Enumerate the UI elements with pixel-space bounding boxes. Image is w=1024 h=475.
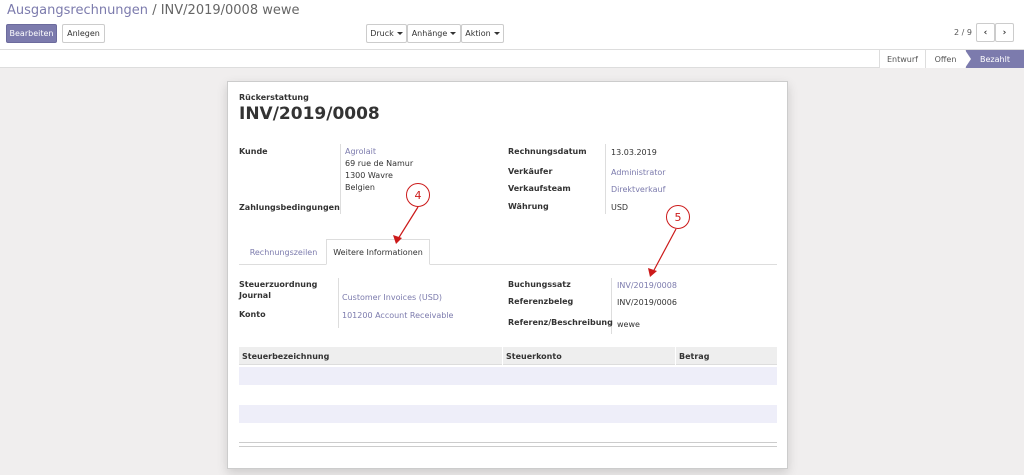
chevron-left-icon: ‹	[983, 27, 988, 38]
journal-link[interactable]: Customer Invoices (USD)	[342, 293, 442, 302]
breadcrumb-current: INV/2019/0008 wewe	[160, 3, 300, 18]
customer-address-line: Belgien	[345, 183, 375, 192]
payment-terms-label: Zahlungsbedingungen	[239, 203, 340, 212]
fiscal-position-label: Steuerzuordnung	[239, 280, 318, 289]
reference-description-value: wewe	[617, 320, 640, 329]
sales-team-link[interactable]: Direktverkauf	[611, 185, 665, 194]
customer-address-line: 69 rue de Namur	[345, 159, 414, 168]
invoice-type-label: Rückerstattung	[239, 93, 309, 102]
print-dropdown-label: Druck	[370, 29, 394, 38]
action-dropdown-label: Aktion	[465, 29, 491, 38]
edit-button[interactable]: Bearbeiten	[6, 24, 57, 43]
account-label: Konto	[239, 310, 266, 319]
invoice-form-sheet: Rückerstattung INV/2019/0008 Kunde Agrol…	[227, 81, 788, 469]
annotation-marker-5: 5	[666, 205, 690, 229]
journal-entry-label: Buchungssatz	[508, 280, 571, 289]
reference-label: Referenzbeleg	[508, 297, 574, 306]
attachments-dropdown[interactable]: Anhänge	[407, 24, 461, 43]
print-dropdown[interactable]: Druck	[366, 24, 407, 43]
reference-value: INV/2019/0006	[617, 298, 677, 307]
field-divider	[605, 144, 606, 214]
status-stage-open[interactable]: Offen	[925, 50, 965, 68]
caret-down-icon	[493, 32, 500, 35]
customer-link[interactable]: Agrolait	[345, 147, 376, 156]
column-header-tax-name[interactable]: Steuerbezeichnung	[239, 347, 502, 365]
customer-address-line: 1300 Wavre	[345, 171, 393, 180]
journal-label: Journal	[239, 291, 271, 300]
invoice-number: INV/2019/0008	[239, 104, 380, 124]
journal-entry-link[interactable]: INV/2019/0008	[617, 281, 677, 290]
tab-more-information[interactable]: Weitere Informationen	[326, 239, 430, 265]
attachments-dropdown-label: Anhänge	[411, 29, 448, 38]
status-bar: Entwurf Offen Bezahlt	[0, 50, 1024, 68]
salesperson-link[interactable]: Administrator	[611, 168, 666, 177]
breadcrumb-parent-link[interactable]: Ausgangsrechnungen	[7, 3, 148, 18]
caret-down-icon	[396, 32, 403, 35]
currency-value: USD	[611, 203, 629, 212]
field-divider	[338, 278, 339, 328]
sales-team-label: Verkaufsteam	[508, 184, 571, 193]
chevron-right-icon: ›	[1002, 27, 1007, 38]
create-button[interactable]: Anlegen	[62, 24, 105, 43]
annotation-marker-4: 4	[406, 183, 430, 207]
status-stage-paid[interactable]: Bezahlt	[965, 50, 1024, 68]
currency-label: Währung	[508, 202, 549, 211]
tabs-underline	[239, 264, 777, 265]
table-footer-divider	[239, 442, 777, 443]
customer-label: Kunde	[239, 147, 268, 156]
table-footer-divider	[239, 446, 777, 447]
invoice-date-label: Rechnungsdatum	[508, 147, 587, 156]
control-panel: Ausgangsrechnungen / INV/2019/0008 wewe …	[0, 0, 1024, 50]
status-stage-draft[interactable]: Entwurf	[879, 50, 925, 68]
table-row	[239, 367, 777, 385]
reference-description-label: Referenz/Beschreibung	[508, 318, 613, 327]
column-header-amount[interactable]: Betrag	[675, 347, 777, 365]
field-divider	[340, 144, 341, 214]
salesperson-label: Verkäufer	[508, 167, 553, 176]
account-link[interactable]: 101200 Account Receivable	[342, 311, 453, 320]
pager-previous-button[interactable]: ‹	[976, 23, 995, 42]
tab-invoice-lines[interactable]: Rechnungszeilen	[241, 240, 326, 264]
table-row	[239, 386, 777, 404]
breadcrumb: Ausgangsrechnungen / INV/2019/0008 wewe	[7, 3, 300, 18]
table-row	[239, 405, 777, 423]
pager-value[interactable]: 2 / 9	[954, 28, 972, 37]
breadcrumb-separator: /	[152, 3, 157, 18]
pager-next-button[interactable]: ›	[995, 23, 1014, 42]
action-dropdown[interactable]: Aktion	[461, 24, 504, 43]
caret-down-icon	[450, 32, 457, 35]
invoice-date-value: 13.03.2019	[611, 148, 657, 157]
column-header-tax-account[interactable]: Steuerkonto	[502, 347, 675, 365]
tax-table-header: Steuerbezeichnung Steuerkonto Betrag	[239, 347, 777, 365]
